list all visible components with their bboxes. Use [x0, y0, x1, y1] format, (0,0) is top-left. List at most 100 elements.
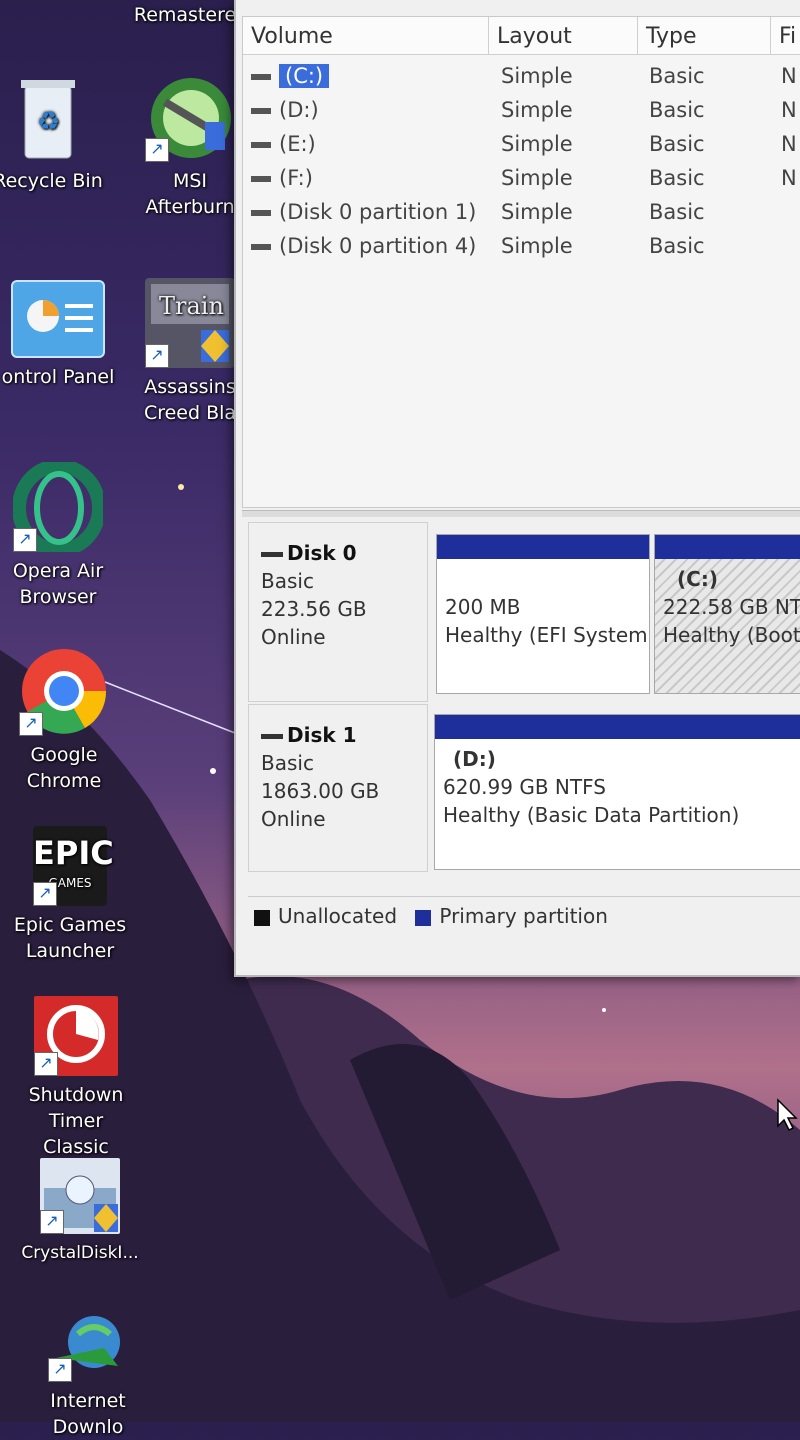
desktop-icon-label: Epic Games Launcher: [13, 914, 127, 962]
column-header-filesystem[interactable]: Fi: [771, 17, 800, 55]
volume-name-cell: (D:): [251, 93, 319, 127]
volume-filesystem: N: [781, 166, 797, 190]
volume-type: Basic: [649, 98, 705, 122]
volume-name: (E:): [279, 132, 316, 156]
disk-1-info[interactable]: Disk 1 Basic 1863.00 GB Online: [248, 704, 428, 872]
opera-icon: ↗: [12, 459, 106, 557]
legend-unallocated: Unallocated: [278, 904, 398, 928]
volume-type: Basic: [649, 64, 705, 88]
volume-layout: Simple: [501, 166, 573, 190]
disk-size: 1863.00 GB: [261, 779, 380, 803]
volume-row[interactable]: (D:) Simple Basic N: [243, 93, 800, 127]
disk-size: 223.56 GB: [261, 597, 367, 621]
partition-health: Healthy (Basic Data Partition): [443, 803, 740, 827]
disk-0-c-partition[interactable]: (C:) 222.58 GB NTFS Healthy (Boot,: [654, 534, 800, 694]
disk-1-d-partition[interactable]: (D:) 620.99 GB NTFS Healthy (Basic Data …: [434, 714, 800, 870]
pane-splitter[interactable]: [242, 510, 800, 517]
volume-name: (Disk 0 partition 1): [279, 200, 477, 224]
column-header-volume[interactable]: Volume: [243, 17, 489, 55]
internet-download-manager-icon: ↗: [48, 1312, 128, 1382]
desktop-icon-epic-games[interactable]: EPIC GAMES ↗ Epic Games Launcher: [10, 826, 130, 964]
volume-row[interactable]: (Disk 0 partition 4) Simple Basic: [243, 229, 800, 263]
desktop-icon-shutdown-timer[interactable]: ↗ Shutdown Timer Classic: [16, 996, 136, 1160]
primary-partition-bar: [437, 535, 649, 559]
volume-type: Basic: [649, 166, 705, 190]
disk-name: Disk 1: [261, 721, 415, 749]
unallocated-swatch: [254, 909, 270, 926]
volume-disk-icon: [251, 142, 271, 148]
volume-row[interactable]: (C:) Simple Basic N: [243, 59, 800, 93]
primary-partition-bar: [435, 715, 800, 739]
disk-management-window[interactable]: Volume Layout Type Fi (C:) Simple Basic N (D…: [234, 0, 800, 977]
desktop-icon-label: Google Chrome: [26, 744, 102, 792]
volume-layout: Simple: [501, 132, 573, 156]
column-header-type[interactable]: Type: [638, 17, 771, 55]
crystaldiskinfo-icon: ↗: [40, 1158, 120, 1234]
disk-status: Online: [261, 625, 326, 649]
desktop-icon-internet-download-manager[interactable]: ↗ Internet Downlo: [28, 1312, 148, 1440]
legend-primary: Primary partition: [439, 904, 608, 928]
primary-partition-bar: [655, 535, 800, 559]
shutdown-timer-icon: ↗: [34, 996, 118, 1076]
volume-row[interactable]: (Disk 0 partition 1) Simple Basic: [243, 195, 800, 229]
disk-status: Online: [261, 807, 326, 831]
volume-layout: Simple: [501, 64, 573, 88]
volume-type: Basic: [649, 132, 705, 156]
volume-name: (Disk 0 partition 4): [279, 234, 477, 258]
partition-size: 200 MB: [445, 595, 521, 619]
volume-row[interactable]: (E:) Simple Basic N: [243, 127, 800, 161]
column-header-layout[interactable]: Layout: [489, 17, 638, 55]
primary-partition-swatch: [415, 909, 432, 926]
svg-text:Train: Train: [159, 292, 224, 320]
shortcut-arrow-icon: ↗: [33, 882, 57, 906]
volume-name-cell: (F:): [251, 161, 313, 195]
volume-layout: Simple: [501, 234, 573, 258]
desktop-icon-remastered[interactable]: Remastere: [120, 2, 250, 28]
desktop-icon-control-panel[interactable]: ontrol Panel: [0, 280, 118, 390]
epic-logo-text: EPIC: [33, 834, 114, 872]
shortcut-arrow-icon: ↗: [19, 712, 43, 736]
legend: Unallocated Primary partition: [248, 896, 800, 935]
desktop-icon-label: Shutdown Timer Classic: [28, 1084, 124, 1158]
partition-health: Healthy (Boot,: [663, 623, 800, 647]
volume-disk-icon: [251, 244, 271, 250]
desktop-icon-label: MSI Afterburn: [145, 170, 235, 218]
recycle-bin-icon: ♻: [13, 72, 83, 162]
desktop-icon-recycle-bin[interactable]: ♻ Recycle Bin: [0, 72, 108, 194]
shortcut-arrow-icon: ↗: [34, 1052, 58, 1076]
desktop-icon-crystaldiskinfo[interactable]: ↗ CrystalDiskI...: [20, 1158, 140, 1266]
desktop-icon-opera[interactable]: ↗ Opera Air Browser: [0, 459, 118, 610]
desktop-icon-label: Assassins Creed Bla: [143, 376, 237, 424]
desktop-icon-label: Recycle Bin: [0, 170, 103, 192]
disk-kind: Basic: [261, 751, 314, 775]
msi-afterburner-icon: ↗: [145, 72, 235, 162]
desktop-icon-label: Remastere: [133, 4, 237, 26]
volume-filesystem: N: [781, 132, 797, 156]
mouse-cursor-icon: [777, 1098, 798, 1132]
shortcut-arrow-icon: ↗: [13, 528, 37, 552]
partition-title: (D:): [453, 747, 496, 771]
desktop-icon-chrome[interactable]: ↗ Google Chrome: [4, 646, 124, 794]
shortcut-arrow-icon: ↗: [145, 138, 169, 162]
volume-row[interactable]: (F:) Simple Basic N: [243, 161, 800, 195]
shortcut-arrow-icon: ↗: [145, 344, 169, 368]
volume-name: (D:): [279, 98, 319, 122]
volume-disk-icon: [251, 108, 271, 114]
volume-layout: Simple: [501, 200, 573, 224]
disk-graphical-view[interactable]: Disk 0 Basic 223.56 GB Online 200 MB Hea…: [242, 518, 800, 958]
desktop-icon-assassins-creed[interactable]: Train ↗ Assassins Creed Bla: [130, 278, 250, 426]
desktop-icon-msi-afterburner[interactable]: ↗ MSI Afterburn: [130, 72, 250, 220]
partition-title: [445, 565, 641, 593]
partition-size: 222.58 GB NTFS: [663, 595, 800, 619]
disk-kind: Basic: [261, 569, 314, 593]
disk-name: Disk 0: [261, 539, 415, 567]
chrome-icon: ↗: [19, 646, 109, 736]
assassins-creed-icon: Train ↗: [145, 278, 235, 368]
volume-name: (C:): [279, 64, 330, 88]
disk-0-efi-partition[interactable]: 200 MB Healthy (EFI System: [436, 534, 650, 694]
volume-name-cell: (E:): [251, 127, 316, 161]
volume-list[interactable]: Volume Layout Type Fi (C:) Simple Basic N (D…: [242, 16, 800, 508]
volume-name-cell: (C:): [251, 59, 330, 93]
desktop-icon-label: CrystalDiskI...: [21, 1243, 139, 1263]
disk-0-info[interactable]: Disk 0 Basic 223.56 GB Online: [248, 522, 428, 702]
